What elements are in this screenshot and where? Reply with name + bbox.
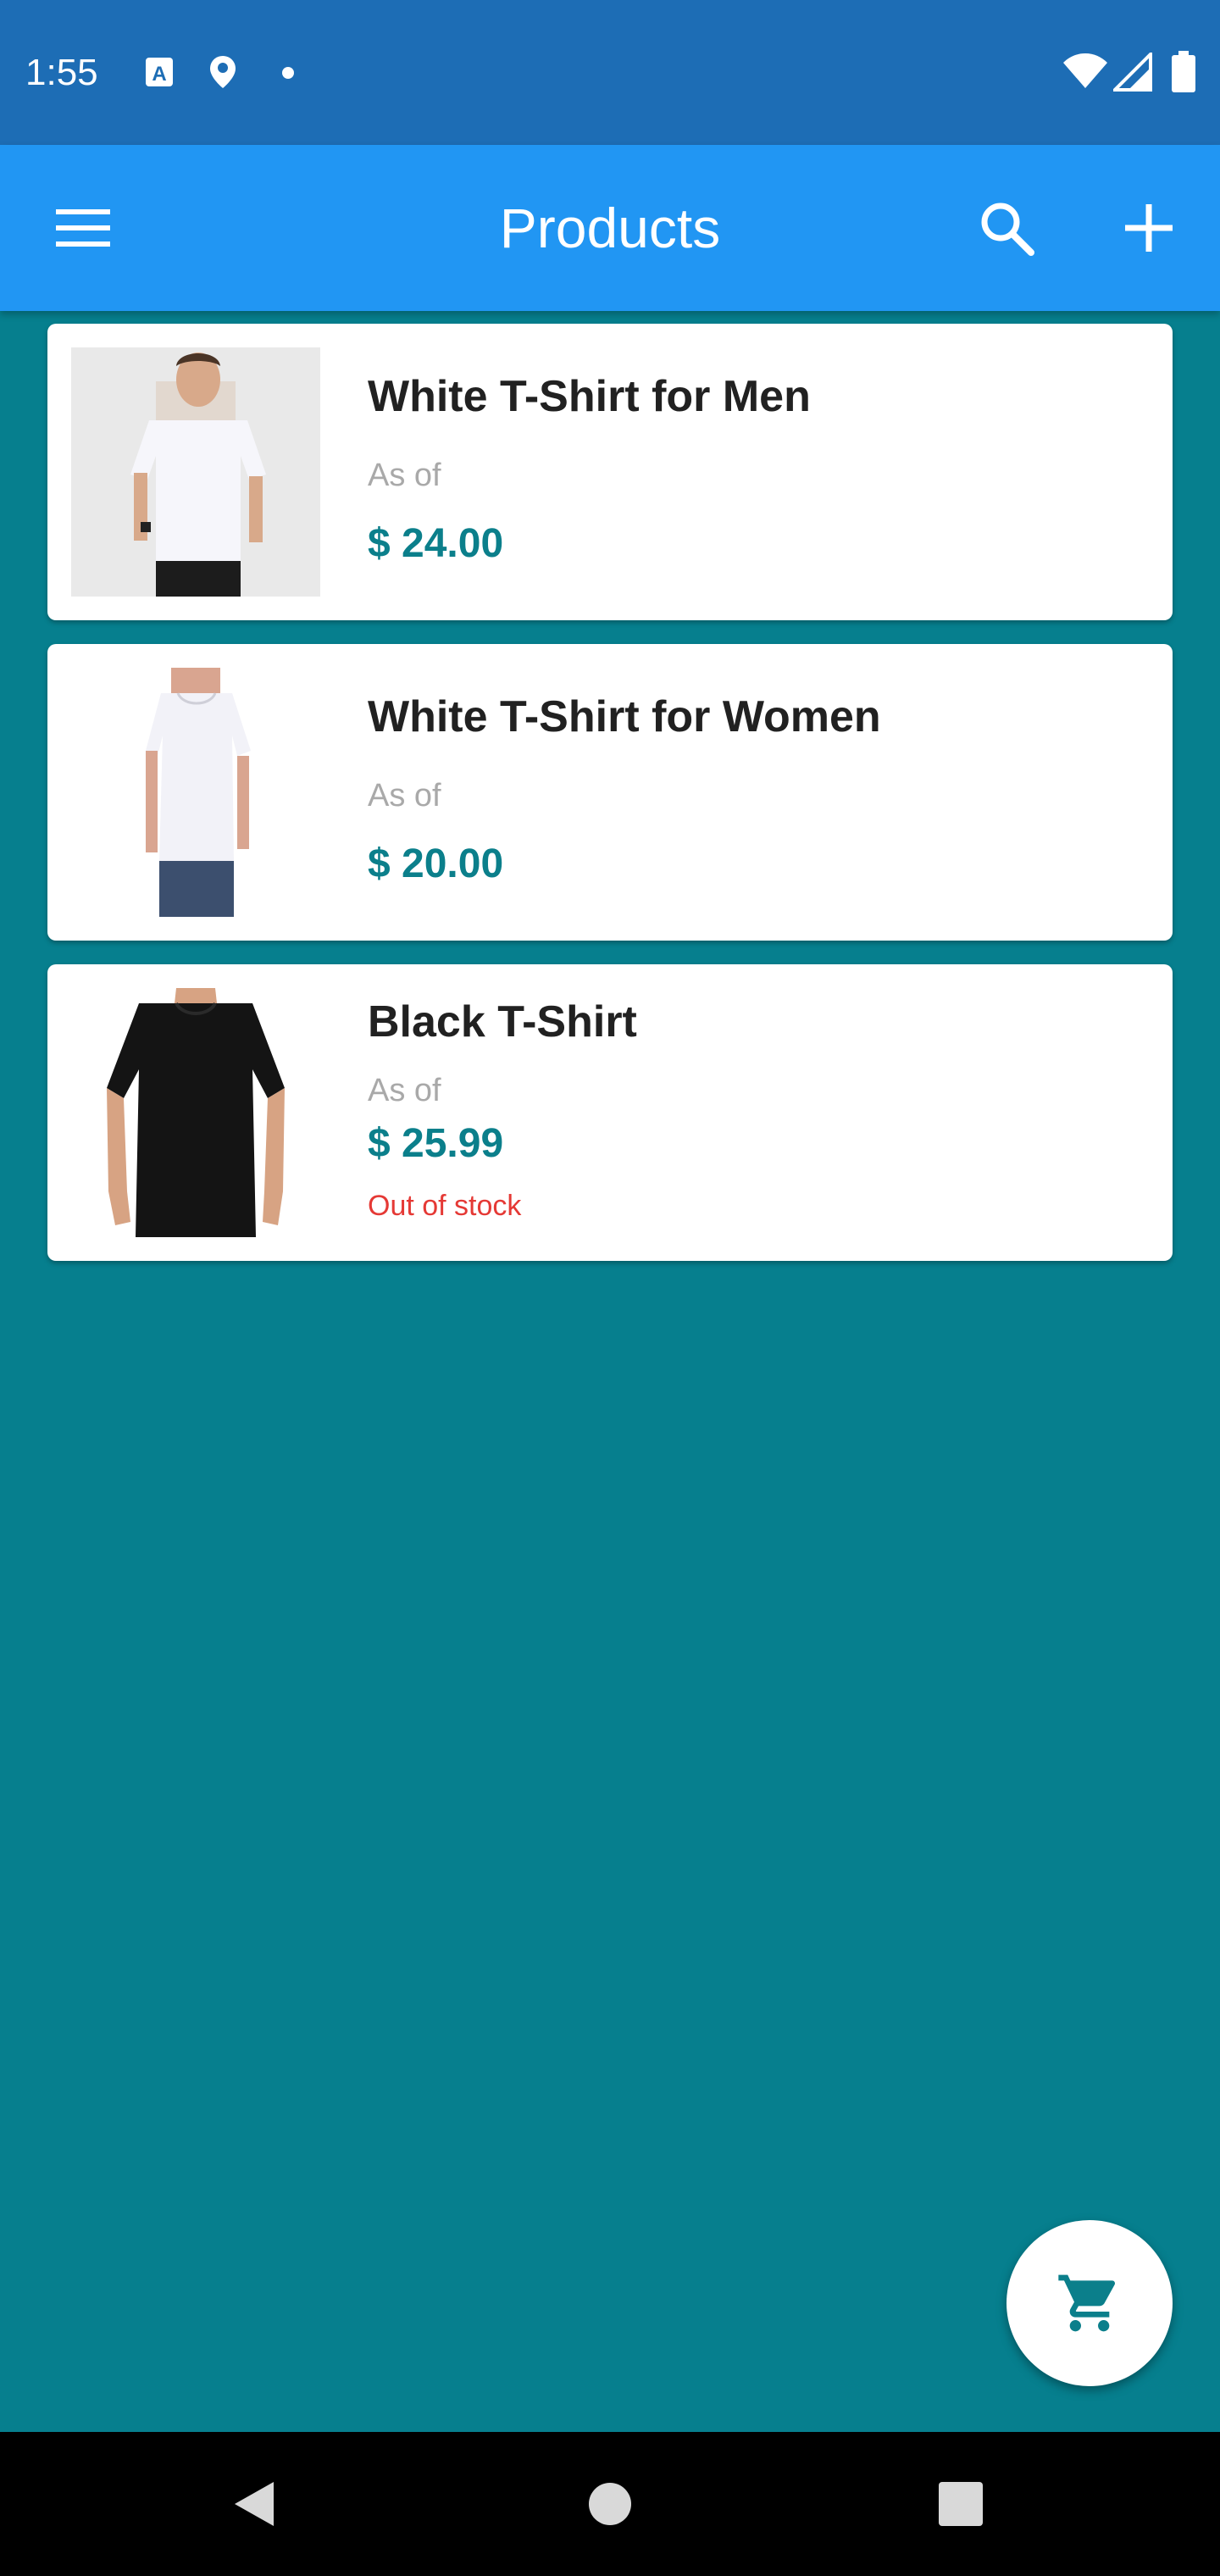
- product-price: $ 20.00: [368, 841, 504, 886]
- back-triangle-icon: [235, 2482, 274, 2526]
- product-image: [71, 988, 320, 1237]
- add-product-button[interactable]: [1106, 186, 1191, 270]
- home-circle-icon: [589, 2483, 631, 2525]
- product-image: [71, 668, 320, 917]
- product-name: White T-Shirt for Women: [368, 692, 881, 741]
- product-card[interactable]: Black T-Shirt As of $ 25.99 Out of stock: [47, 964, 1173, 1261]
- shopping-cart-icon: [1058, 2274, 1116, 2332]
- as-of-label: As of: [368, 778, 441, 813]
- nav-back-button[interactable]: [203, 2453, 305, 2555]
- product-name: Black T-Shirt: [368, 997, 637, 1046]
- keyboard-a-icon: A: [144, 56, 175, 92]
- black-tshirt-photo: [71, 988, 320, 1237]
- wifi-icon: [1062, 53, 1108, 94]
- white-tshirt-men-photo: [71, 347, 320, 597]
- as-of-label: As of: [368, 1073, 441, 1108]
- system-nav-bar: [0, 2432, 1220, 2576]
- recents-square-icon: [939, 2482, 983, 2526]
- product-card[interactable]: White T-Shirt for Women As of $ 20.00: [47, 644, 1173, 941]
- menu-button[interactable]: [41, 186, 125, 270]
- product-price: $ 25.99: [368, 1121, 504, 1166]
- white-tshirt-women-photo: [71, 668, 320, 917]
- location-pin-icon: [208, 54, 237, 94]
- nav-recents-button[interactable]: [910, 2453, 1012, 2555]
- dot-icon: [281, 66, 295, 84]
- hamburger-menu-icon: [56, 209, 110, 247]
- product-price: $ 24.00: [368, 521, 504, 566]
- product-name: White T-Shirt for Men: [368, 372, 811, 421]
- as-of-label: As of: [368, 458, 441, 493]
- battery-icon: [1171, 51, 1196, 97]
- svg-text:A: A: [152, 63, 166, 86]
- plus-icon: [1125, 204, 1173, 252]
- product-card[interactable]: White T-Shirt for Men As of $ 24.00: [47, 324, 1173, 620]
- cell-signal-icon: [1111, 50, 1152, 96]
- status-bar: 1:55 A: [0, 0, 1220, 145]
- search-icon: [981, 203, 1034, 256]
- status-time: 1:55: [25, 52, 98, 93]
- stock-status: Out of stock: [368, 1190, 522, 1222]
- nav-home-button[interactable]: [559, 2453, 661, 2555]
- app-bar: Products: [0, 145, 1220, 311]
- product-image: [71, 347, 320, 597]
- product-list: White T-Shirt for Men As of $ 24.00 Whit…: [47, 324, 1173, 1285]
- cart-button[interactable]: [1006, 2220, 1173, 2386]
- search-button[interactable]: [964, 186, 1049, 270]
